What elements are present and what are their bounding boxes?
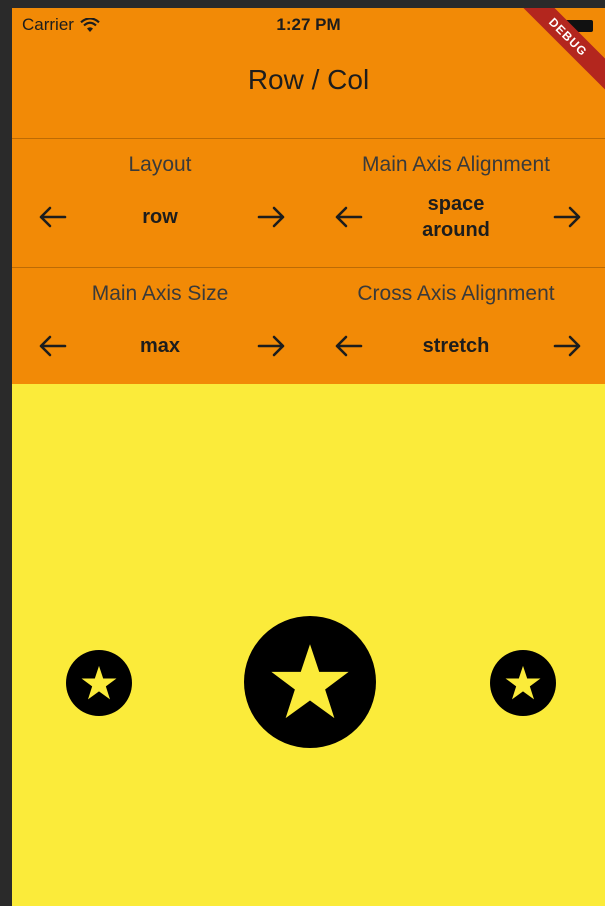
app-frame: Carrier 1:27 PM DEBUG Row / Col Layout r… (12, 8, 605, 906)
arrow-left-icon (39, 335, 67, 357)
layout-label: Layout (128, 153, 192, 176)
app-bar: Carrier 1:27 PM DEBUG Row / Col Layout r… (12, 8, 605, 384)
arrow-right-icon (553, 335, 581, 357)
control-row-2: Main Axis Size max Cross Axis Alignment (12, 268, 605, 396)
layout-control: Layout row (12, 139, 308, 267)
arrow-right-icon (257, 206, 285, 228)
star-circle-icon (66, 650, 132, 716)
main-axis-alignment-next-button[interactable] (548, 199, 588, 235)
arrow-right-icon (553, 206, 581, 228)
cross-axis-alignment-label: Cross Axis Alignment (357, 282, 555, 305)
main-axis-alignment-label: Main Axis Alignment (362, 153, 550, 176)
arrow-right-icon (257, 335, 285, 357)
cross-axis-alignment-control: Cross Axis Alignment stretch (308, 268, 604, 396)
control-row-1: Layout row Main Axis Alignment space aro… (12, 139, 605, 267)
layout-previous-button[interactable] (32, 199, 72, 235)
star-circle-icon (490, 650, 556, 716)
arrow-left-icon (335, 335, 363, 357)
main-axis-size-control: Main Axis Size max (12, 268, 308, 396)
status-time: 1:27 PM (276, 15, 341, 34)
arrow-left-icon (335, 206, 363, 228)
main-axis-size-label: Main Axis Size (91, 282, 229, 305)
cross-axis-alignment-next-button[interactable] (548, 328, 588, 364)
main-axis-size-previous-button[interactable] (32, 328, 72, 364)
cross-axis-alignment-value: stretch (422, 335, 490, 357)
cross-axis-alignment-previous-button[interactable] (328, 328, 368, 364)
star-circle-icon (244, 616, 376, 748)
arrow-left-icon (39, 206, 67, 228)
main-axis-size-next-button[interactable] (252, 328, 292, 364)
layout-demo-area (12, 384, 605, 906)
layout-value: row (142, 206, 178, 228)
main-axis-alignment-control: Main Axis Alignment space around (308, 139, 604, 267)
layout-next-button[interactable] (252, 199, 292, 235)
main-axis-size-value: max (139, 335, 181, 357)
page-title: Row / Col (247, 64, 370, 95)
main-axis-alignment-value: space around (422, 193, 490, 241)
main-axis-alignment-previous-button[interactable] (328, 199, 368, 235)
status-bar: Carrier 1:27 PM (12, 8, 605, 42)
